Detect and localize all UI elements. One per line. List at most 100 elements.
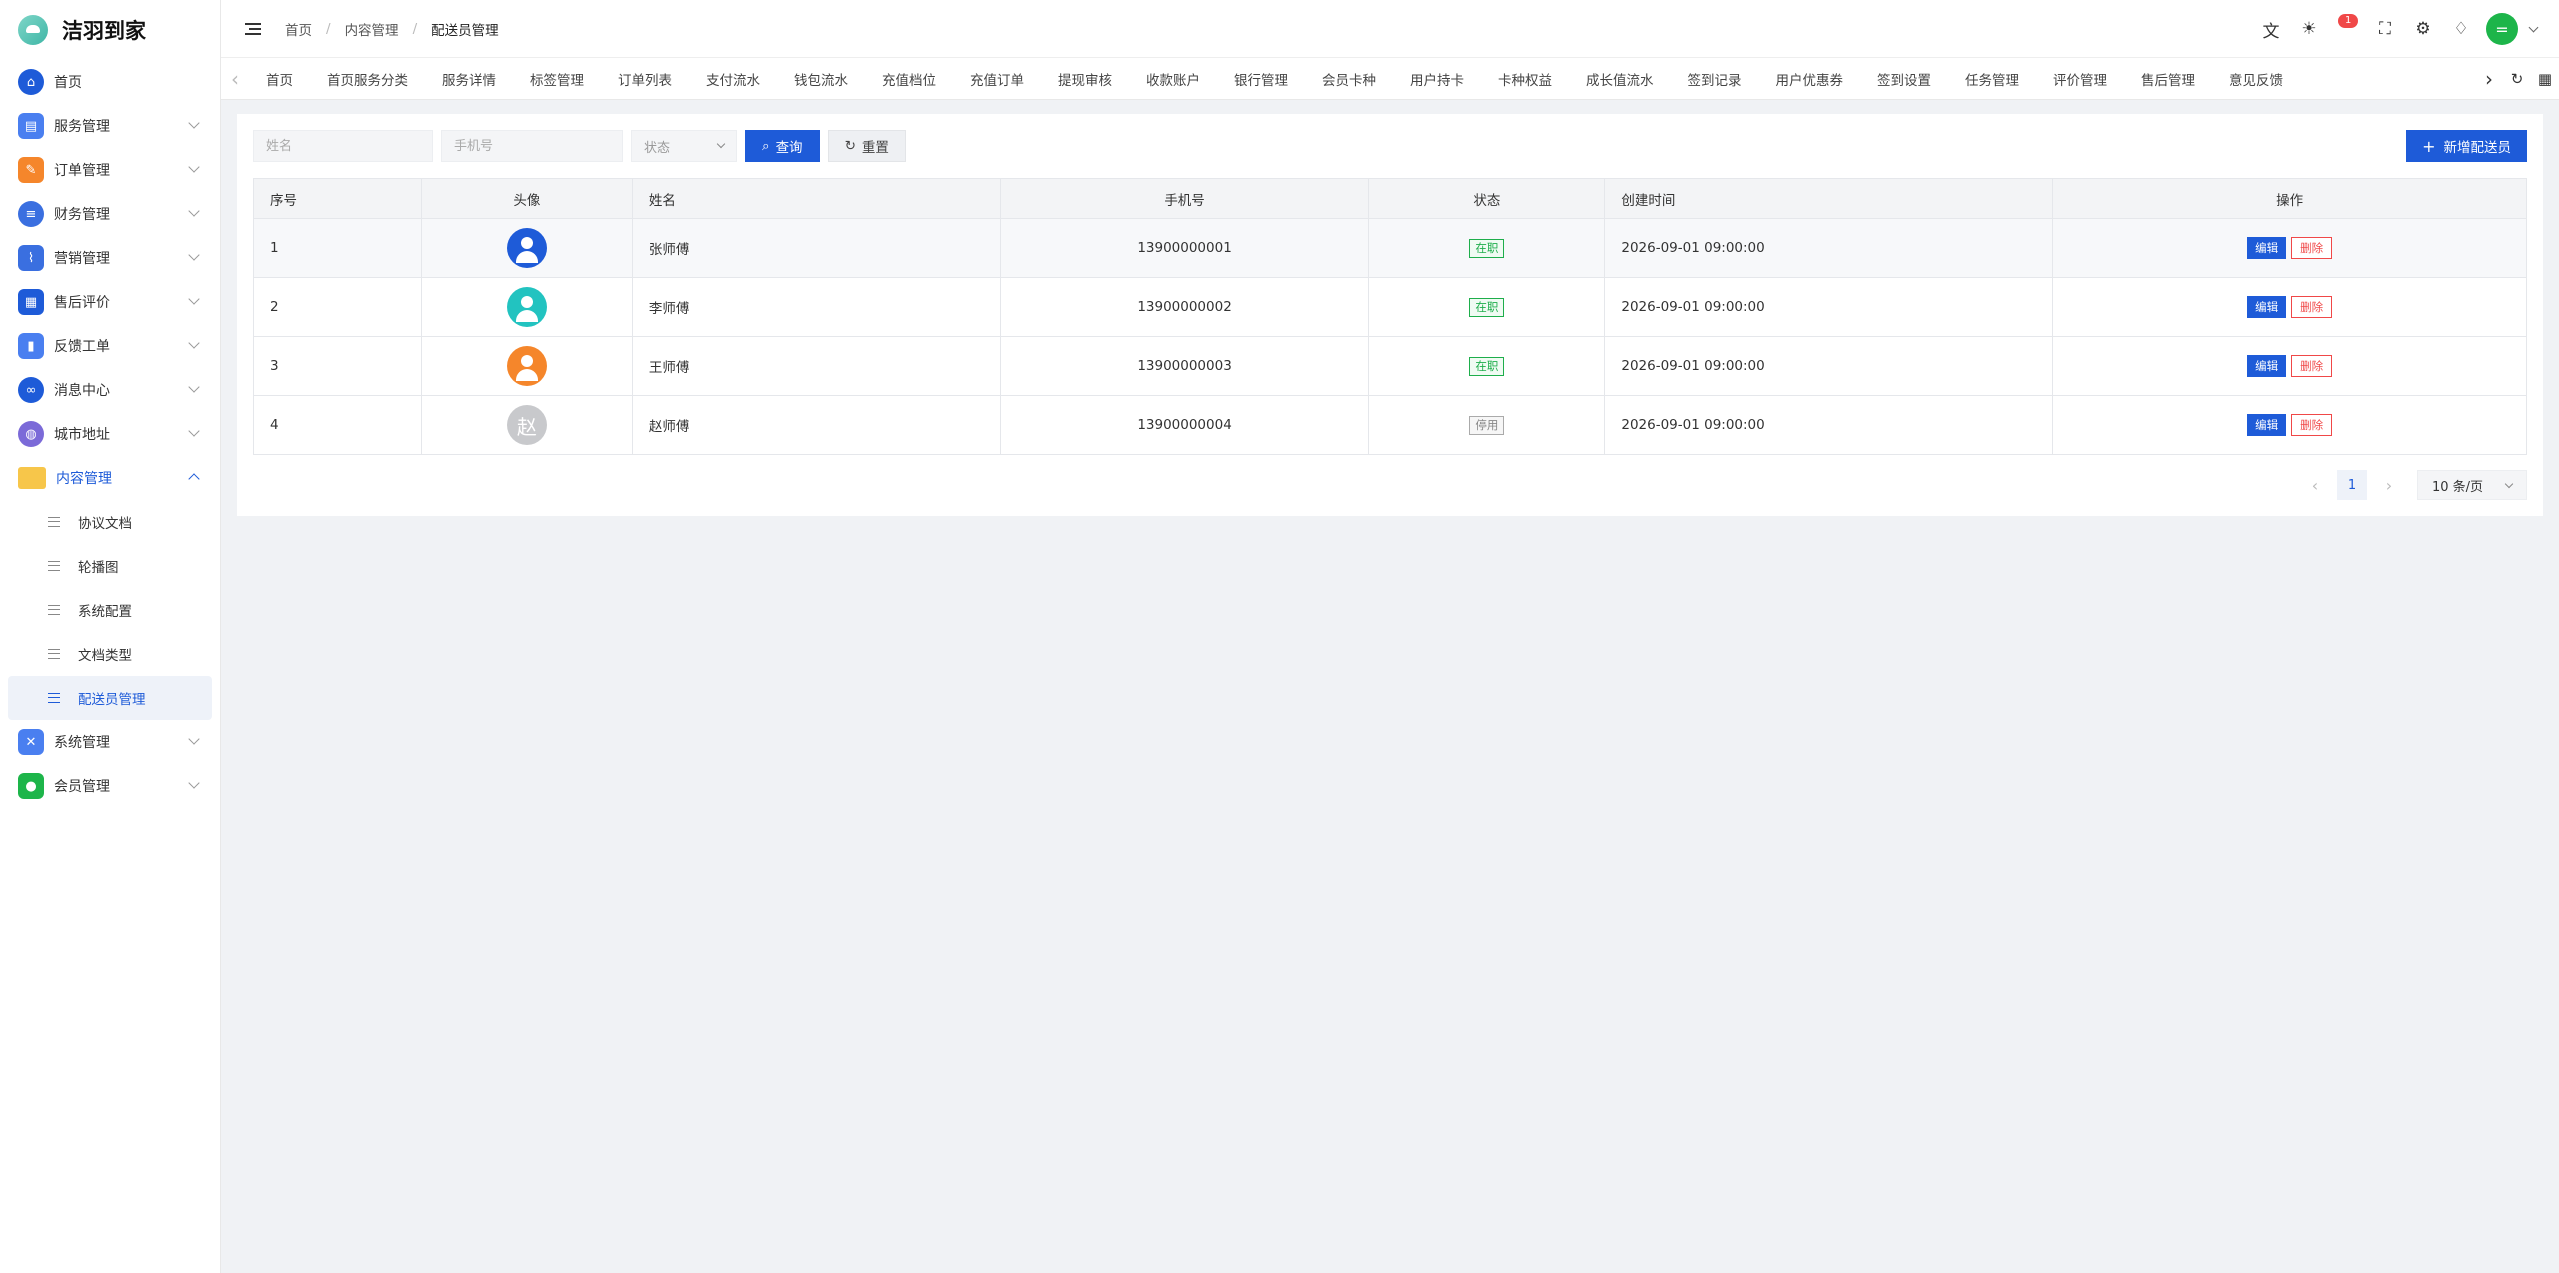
refresh-icon[interactable]: ↻: [2506, 60, 2528, 98]
delete-button[interactable]: 删除: [2291, 296, 2333, 318]
sidebar-item-city[interactable]: ◍ 城市地址: [0, 412, 220, 456]
table-row: 2 李师傅 13900000002 在职 2026-09-01 09:00:00…: [253, 277, 2527, 337]
sidebar-item-order[interactable]: ✎ 订单管理: [0, 148, 220, 192]
delete-button[interactable]: 删除: [2291, 237, 2333, 259]
tabs-scroll-left-icon[interactable]: ‹: [221, 67, 249, 91]
add-courier-button[interactable]: + 新增配送员: [2406, 130, 2527, 162]
grid-menu-icon[interactable]: ▦: [2534, 60, 2556, 98]
avatar: 赵: [506, 405, 547, 445]
sidebar-subitem-agreement[interactable]: 协议文档: [8, 500, 212, 544]
sidebar-subitem-banner[interactable]: 轮播图: [8, 544, 212, 588]
sidebar-subitem-courier[interactable]: 配送员管理: [8, 676, 212, 720]
edit-button[interactable]: 编辑: [2247, 414, 2287, 436]
sidebar-item-service[interactable]: ▤ 服务管理: [0, 104, 220, 148]
tab-item[interactable]: 签到设置: [1860, 69, 1948, 89]
tab-item[interactable]: 订单列表: [601, 69, 689, 89]
tab-item[interactable]: 用户持卡: [1393, 69, 1481, 89]
sidebar-subitem-config[interactable]: 系统配置: [8, 588, 212, 632]
tab-item[interactable]: 评价管理: [2036, 69, 2124, 89]
shirt-icon[interactable]: ♢: [2442, 10, 2480, 48]
pagination: ‹ 1 › 10 条/页: [2301, 469, 2527, 501]
list-icon: [48, 605, 60, 615]
sidebar-item-system[interactable]: ✕ 系统管理: [0, 720, 220, 764]
home-icon: ⌂: [18, 69, 44, 95]
edit-button[interactable]: 编辑: [2247, 296, 2287, 318]
bell-icon[interactable]: 1: [2328, 10, 2366, 48]
column-header: 手机号: [1000, 178, 1370, 219]
menu-toggle-icon[interactable]: [245, 22, 261, 35]
prev-page-icon[interactable]: ‹: [2301, 476, 2329, 495]
tab-item[interactable]: 卡种权益: [1481, 69, 1569, 89]
column-header: 创建时间: [1604, 178, 2054, 219]
sidebar-item-marketing[interactable]: ⌇ 营销管理: [0, 236, 220, 280]
breadcrumb-home[interactable]: 首页: [285, 19, 312, 39]
delete-button[interactable]: 删除: [2291, 414, 2333, 436]
page-number[interactable]: 1: [2337, 470, 2367, 500]
sidebar-item-member[interactable]: ● 会员管理: [0, 764, 220, 808]
next-page-icon[interactable]: ›: [2375, 476, 2403, 495]
status-cell: 在职: [1368, 277, 1606, 337]
tab-item[interactable]: 会员卡种: [1305, 69, 1393, 89]
tab-item[interactable]: 充值档位: [865, 69, 953, 89]
tab-item[interactable]: 标签管理: [513, 69, 601, 89]
page-size-select[interactable]: 10 条/页: [2417, 470, 2527, 500]
file-icon: ▮: [18, 333, 44, 359]
tab-item[interactable]: 意见反馈: [2212, 69, 2300, 89]
search-button[interactable]: ⌕ 查询: [745, 130, 820, 162]
sidebar-item-feedback[interactable]: ▮ 反馈工单: [0, 324, 220, 368]
courier-card: 状态 ⌕ 查询 ↻ 重置 + 新增配送员 序号 头像: [237, 114, 2543, 516]
sidebar-item-aftersale[interactable]: ▦ 售后评价: [0, 280, 220, 324]
actions-cell: 编辑 删除: [2052, 395, 2527, 455]
tab-item[interactable]: 首页服务分类: [310, 69, 425, 89]
translate-icon[interactable]: 文: [2252, 10, 2290, 48]
tabs-scroll-right-icon[interactable]: ›: [2475, 67, 2503, 91]
courier-phone: 13900000002: [1000, 277, 1370, 337]
sidebar-item-finance[interactable]: ≡ 财务管理: [0, 192, 220, 236]
sidebar-item-home[interactable]: ⌂ 首页: [0, 60, 220, 104]
chevron-down-icon[interactable]: [2528, 22, 2539, 32]
edit-button[interactable]: 编辑: [2247, 355, 2287, 377]
column-header: 状态: [1368, 178, 1606, 219]
tab-item[interactable]: 签到记录: [1671, 69, 1759, 89]
tab-item[interactable]: 服务详情: [425, 69, 513, 89]
grid-icon: ▦: [18, 289, 44, 315]
row-index: 4: [253, 395, 422, 455]
tabs-bar: ‹ 首页 首页服务分类 服务详情 标签管理 订单列表 支付流水 钱包流水 充值档位 充值订单 提现…: [221, 58, 2559, 100]
tab-item[interactable]: 任务管理: [1948, 69, 2036, 89]
tab-item[interactable]: 充值订单: [953, 69, 1041, 89]
row-index: 3: [253, 336, 422, 396]
sidebar-item-content[interactable]: 内容管理: [0, 456, 220, 500]
tab-item[interactable]: 银行管理: [1217, 69, 1305, 89]
created-time: 2026-09-01 09:00:00: [1604, 336, 2054, 396]
table-row: 1 张师傅 13900000001 在职 2026-09-01 09:00:00…: [253, 218, 2527, 278]
tab-item[interactable]: 支付流水: [689, 69, 777, 89]
courier-name: 张师傅: [632, 218, 1001, 278]
filter-bar: 状态 ⌕ 查询 ↻ 重置: [253, 130, 914, 162]
fullscreen-icon[interactable]: ⛶: [2366, 10, 2404, 48]
edit-button[interactable]: 编辑: [2247, 237, 2287, 259]
sidebar-subitem-doctype[interactable]: 文档类型: [8, 632, 212, 676]
phone-input[interactable]: [441, 130, 623, 162]
status-badge: 在职: [1469, 238, 1505, 258]
name-input[interactable]: [253, 130, 433, 162]
breadcrumb-content[interactable]: 内容管理: [345, 19, 399, 39]
status-select[interactable]: 状态: [631, 130, 737, 162]
sidebar-item-message[interactable]: ∞ 消息中心: [0, 368, 220, 412]
delete-button[interactable]: 删除: [2291, 355, 2333, 377]
header-toolbar: 文 ☀ 1 ⛶ ⚙ ♢ =: [2252, 0, 2549, 58]
status-cell: 在职: [1368, 336, 1606, 396]
tab-item[interactable]: 首页: [249, 69, 310, 89]
tab-item[interactable]: 成长值流水: [1569, 69, 1671, 89]
tab-item[interactable]: 收款账户: [1129, 69, 1217, 89]
tab-item[interactable]: 用户优惠券: [1759, 69, 1861, 89]
tools-icon: ✕: [18, 729, 44, 755]
tab-item[interactable]: 钱包流水: [777, 69, 865, 89]
courier-name: 李师傅: [632, 277, 1001, 337]
reset-button[interactable]: ↻ 重置: [827, 130, 906, 162]
list-icon: [48, 693, 60, 703]
tab-item[interactable]: 提现审核: [1041, 69, 1129, 89]
avatar[interactable]: =: [2486, 13, 2518, 45]
sun-icon[interactable]: ☀: [2290, 10, 2328, 48]
gear-icon[interactable]: ⚙: [2404, 10, 2442, 48]
tab-item[interactable]: 售后管理: [2124, 69, 2212, 89]
